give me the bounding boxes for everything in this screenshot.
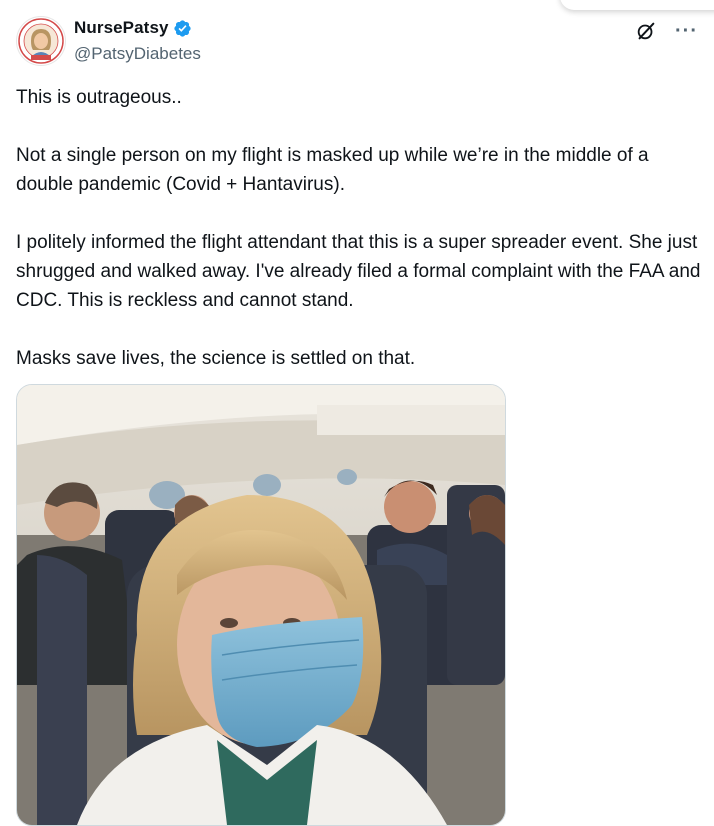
header-actions: ··· [635, 20, 698, 42]
airplane-selfie-image [17, 385, 505, 825]
tweet-photo[interactable] [16, 384, 506, 826]
display-name[interactable]: NursePatsy [74, 18, 169, 38]
tweet-paragraph: I politely informed the flight attendant… [16, 232, 706, 311]
tweet-paragraph: This is outrageous.. [16, 87, 182, 108]
more-options-icon[interactable]: ··· [675, 21, 698, 41]
tweet-paragraph: Not a single person on my flight is mask… [16, 145, 654, 195]
tweet-paragraph: Masks save lives, the science is settled… [16, 348, 416, 369]
verified-badge-icon [173, 19, 192, 38]
avatar[interactable] [16, 16, 66, 66]
tweet-body: This is outrageous.. Not a single person … [16, 83, 706, 373]
grok-icon[interactable] [635, 20, 657, 42]
handle[interactable]: @PatsyDiabetes [74, 44, 201, 64]
overlay-corner [560, 0, 714, 10]
tweet-header: NursePatsy @PatsyDiabetes ··· [16, 16, 706, 76]
name-row: NursePatsy [74, 18, 192, 38]
